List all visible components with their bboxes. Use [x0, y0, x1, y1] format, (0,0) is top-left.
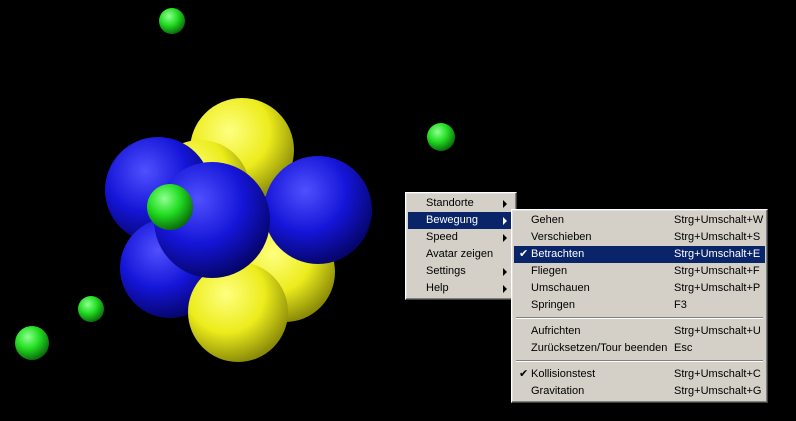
- menu-item-avatar-zeigen[interactable]: Avatar zeigen: [408, 246, 514, 263]
- menu-item-shortcut: Strg+Umschalt+F: [674, 265, 760, 277]
- bewegung-submenu: Gehen Strg+Umschalt+W Verschieben Strg+Umsc…: [511, 209, 768, 403]
- submenu-arrow-icon: [503, 285, 507, 293]
- menu-item-label: Speed: [426, 231, 458, 243]
- menu-item-label: Betrachten: [531, 248, 585, 260]
- menu-item-shortcut: Esc: [674, 342, 693, 354]
- menu-item-bewegung[interactable]: Bewegung: [408, 212, 514, 229]
- menu-item-zurücksetzen-tour-beenden[interactable]: Zurücksetzen/Tour beenden Esc: [514, 340, 765, 357]
- menu-item-shortcut: Strg+Umschalt+S: [674, 231, 761, 243]
- menu-item-label: Standorte: [426, 197, 474, 209]
- menu-item-verschieben[interactable]: Verschieben Strg+Umschalt+S: [514, 229, 765, 246]
- menu-item-label: Gehen: [531, 214, 565, 226]
- menu-item-help[interactable]: Help: [408, 280, 514, 297]
- blue-sphere: [264, 156, 372, 264]
- menu-item-settings[interactable]: Settings: [408, 263, 514, 280]
- menu-item-shortcut: Strg+Umschalt+E: [674, 248, 761, 260]
- menu-separator: [514, 314, 765, 323]
- green-sphere: [147, 184, 193, 230]
- menu-item-label: Aufrichten: [531, 325, 581, 337]
- menu-item-shortcut: F3: [674, 299, 687, 311]
- menu-item-shortcut: Strg+Umschalt+C: [674, 368, 761, 380]
- menu-item-gehen[interactable]: Gehen Strg+Umschalt+W: [514, 212, 765, 229]
- menu-item-aufrichten[interactable]: Aufrichten Strg+Umschalt+U: [514, 323, 765, 340]
- submenu-arrow-icon: [503, 234, 507, 242]
- menu-item-label: Kollisionstest: [531, 368, 596, 380]
- menu-item-label: Bewegung: [426, 214, 478, 226]
- context-menu: Standorte Bewegung Speed Avatar zeigen Setti…: [405, 192, 517, 300]
- menu-item-umschauen[interactable]: Umschauen Strg+Umschalt+P: [514, 280, 765, 297]
- green-sphere: [159, 8, 185, 34]
- menu-item-label: Gravitation: [531, 385, 585, 397]
- submenu-arrow-icon: [503, 200, 507, 208]
- menu-separator: [514, 357, 765, 366]
- menu-item-label: Help: [426, 282, 449, 294]
- menu-item-kollisionstest[interactable]: ✔ Kollisionstest Strg+Umschalt+C: [514, 366, 765, 383]
- menu-item-shortcut: Strg+Umschalt+U: [674, 325, 761, 337]
- menu-item-gravitation[interactable]: Gravitation Strg+Umschalt+G: [514, 383, 765, 400]
- menu-item-standorte[interactable]: Standorte: [408, 195, 514, 212]
- menu-item-label: Zurücksetzen/Tour beenden: [531, 342, 668, 354]
- checkmark-icon: ✔: [519, 368, 529, 380]
- menu-item-shortcut: Strg+Umschalt+G: [674, 385, 762, 397]
- menu-item-shortcut: Strg+Umschalt+W: [674, 214, 764, 226]
- menu-item-label: Springen: [531, 299, 576, 311]
- green-sphere: [427, 123, 455, 151]
- menu-item-label: Fliegen: [531, 265, 568, 277]
- menu-item-speed[interactable]: Speed: [408, 229, 514, 246]
- menu-item-shortcut: Strg+Umschalt+P: [674, 282, 761, 294]
- menu-item-label: Umschauen: [531, 282, 590, 294]
- menu-item-springen[interactable]: Springen F3: [514, 297, 765, 314]
- menu-item-label: Settings: [426, 265, 466, 277]
- green-sphere: [78, 296, 104, 322]
- submenu-arrow-icon: [503, 268, 507, 276]
- submenu-arrow-icon: [503, 217, 507, 225]
- menu-item-label: Avatar zeigen: [426, 248, 494, 260]
- menu-item-label: Verschieben: [531, 231, 592, 243]
- menu-item-fliegen[interactable]: Fliegen Strg+Umschalt+F: [514, 263, 765, 280]
- green-sphere: [15, 326, 49, 360]
- menu-item-betrachten[interactable]: ✔ Betrachten Strg+Umschalt+E: [514, 246, 765, 263]
- checkmark-icon: ✔: [519, 248, 529, 260]
